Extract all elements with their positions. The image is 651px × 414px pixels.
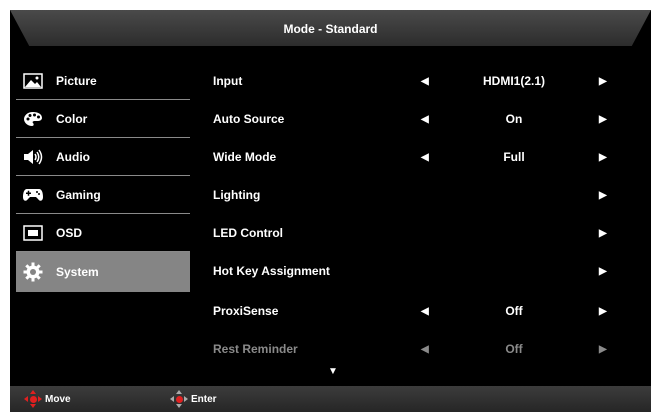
- palette-icon: [22, 109, 44, 129]
- joystick-move-icon: [24, 390, 42, 408]
- sidebar-item-label: Picture: [56, 73, 97, 88]
- right-arrow-icon[interactable]: ▶: [599, 266, 607, 277]
- help-bar: Move Enter: [10, 386, 651, 412]
- sidebar-item-label: Audio: [56, 149, 90, 164]
- scroll-down-icon[interactable]: ▼: [328, 366, 338, 377]
- setting-input[interactable]: Input ◀ HDMI1(2.1) ▶: [208, 62, 628, 100]
- speaker-icon: [22, 147, 44, 167]
- setting-label: Input: [213, 74, 243, 88]
- setting-label: Hot Key Assignment: [213, 264, 330, 278]
- sidebar-item-label: Color: [56, 111, 88, 126]
- sidebar-item-picture[interactable]: Picture: [16, 62, 190, 100]
- setting-auto-source[interactable]: Auto Source ◀ On ▶: [208, 100, 628, 138]
- sidebar-item-osd[interactable]: OSD: [16, 214, 190, 252]
- setting-value: On: [505, 112, 523, 126]
- left-arrow-icon: ◀: [421, 343, 429, 355]
- setting-hot-key-assignment[interactable]: Hot Key Assignment ▶: [208, 252, 628, 290]
- sidebar-item-color[interactable]: Color: [16, 100, 190, 138]
- setting-label: ProxiSense: [213, 304, 279, 318]
- title-bar: Mode - Standard: [10, 10, 651, 50]
- left-arrow-icon[interactable]: ◀: [421, 306, 429, 317]
- setting-lighting[interactable]: Lighting ▶: [208, 176, 628, 214]
- sidebar-item-label: OSD: [56, 225, 83, 240]
- right-arrow-icon[interactable]: ▶: [599, 114, 607, 125]
- osd-menu: Mode - Standard Picture Color Audio Gami…: [10, 10, 651, 412]
- right-arrow-icon[interactable]: ▶: [599, 228, 607, 239]
- setting-value: Full: [503, 150, 525, 164]
- osd-icon: [22, 223, 44, 243]
- setting-rest-reminder: Rest Reminder ◀ Off ▶: [208, 330, 628, 368]
- picture-icon: [22, 71, 44, 91]
- setting-value: Off: [505, 342, 523, 356]
- setting-led-control[interactable]: LED Control ▶: [208, 214, 628, 252]
- left-arrow-icon[interactable]: ◀: [421, 152, 429, 163]
- gamepad-icon: [22, 185, 44, 205]
- mode-title: Mode - Standard: [283, 22, 378, 36]
- sidebar-item-gaming[interactable]: Gaming: [16, 176, 190, 214]
- sidebar-item-system[interactable]: System: [16, 252, 190, 292]
- sidebar-item-label: Gaming: [56, 187, 101, 202]
- setting-value: HDMI1(2.1): [482, 74, 545, 88]
- setting-proxisense[interactable]: ProxiSense ◀ Off ▶: [208, 292, 628, 330]
- right-arrow-icon: ▶: [599, 343, 607, 355]
- sidebar: Picture Color Audio Gaming OSD System: [16, 62, 190, 362]
- move-hint: Move: [24, 390, 71, 408]
- gear-icon: [22, 262, 44, 282]
- left-arrow-icon[interactable]: ◀: [421, 76, 429, 87]
- move-label: Move: [45, 393, 71, 405]
- right-arrow-icon[interactable]: ▶: [599, 76, 607, 87]
- setting-value: Off: [505, 304, 523, 318]
- joystick-enter-icon: [170, 390, 188, 408]
- settings-list: Input ◀ HDMI1(2.1) ▶ Auto Source ◀ On ▶ …: [208, 62, 628, 362]
- right-arrow-icon[interactable]: ▶: [599, 190, 607, 201]
- setting-label: Wide Mode: [213, 150, 277, 164]
- sidebar-item-label: System: [56, 265, 99, 279]
- setting-label: Lighting: [213, 188, 261, 202]
- setting-label: Rest Reminder: [213, 342, 298, 356]
- right-arrow-icon[interactable]: ▶: [599, 306, 607, 317]
- left-arrow-icon[interactable]: ◀: [421, 114, 429, 125]
- enter-hint: Enter: [170, 390, 217, 408]
- sidebar-item-audio[interactable]: Audio: [16, 138, 190, 176]
- setting-label: LED Control: [213, 226, 283, 240]
- setting-wide-mode[interactable]: Wide Mode ◀ Full ▶: [208, 138, 628, 176]
- enter-label: Enter: [191, 393, 217, 405]
- right-arrow-icon[interactable]: ▶: [599, 152, 607, 163]
- setting-label: Auto Source: [213, 112, 285, 126]
